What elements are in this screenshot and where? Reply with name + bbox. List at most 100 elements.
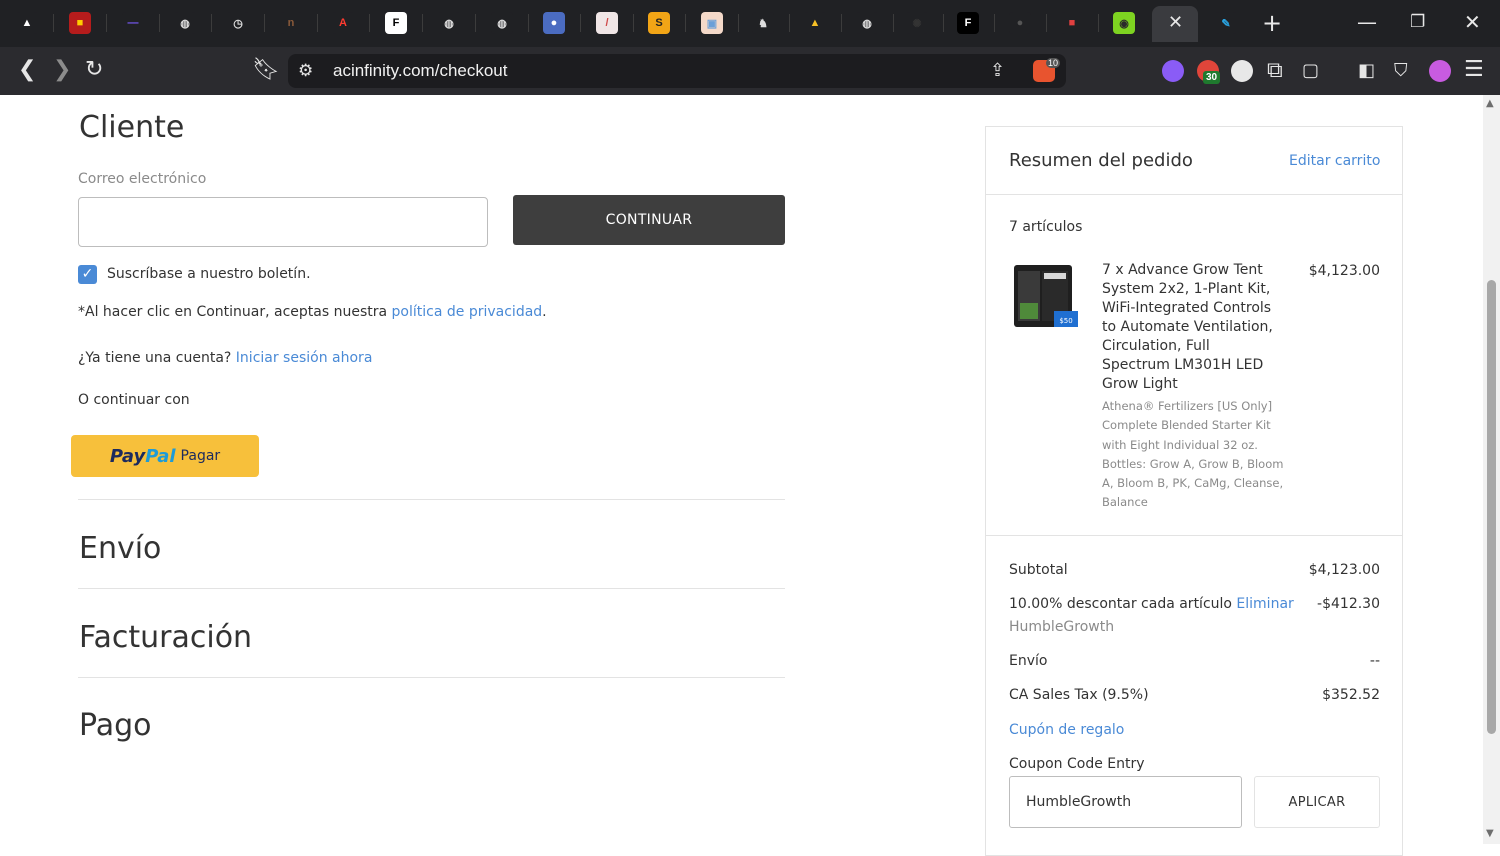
s-icon[interactable]: S [648,12,670,34]
acrobat-icon[interactable]: A [332,12,354,34]
billing-heading[interactable]: Facturación [79,620,252,655]
tab-separator [369,14,370,32]
continue-button[interactable]: CONTINUAR [513,195,785,245]
circle-blue-icon[interactable]: ● [543,12,565,34]
flame-icon[interactable]: ▲ [16,12,38,34]
shipping-heading[interactable]: Envío [79,531,161,566]
window-icon[interactable]: ▣ [701,12,723,34]
reload-icon[interactable]: ↻ [85,59,103,81]
edit-cart-link[interactable]: Editar carrito [1289,153,1380,169]
email-label: Correo electrónico [78,171,207,187]
privacy-policy-link[interactable]: política de privacidad [392,304,543,320]
f-icon[interactable]: F [957,12,979,34]
divider [78,499,785,500]
drive-icon[interactable]: ▲ [804,12,826,34]
menu-icon[interactable]: ☰ [1464,59,1484,81]
tab-separator [789,14,790,32]
customer-heading: Cliente [79,110,185,145]
sparkle-icon[interactable]: ✺ [906,12,928,34]
payment-heading[interactable]: Pago [79,708,152,743]
email-field[interactable] [78,197,488,247]
wallet-icon[interactable] [1429,60,1451,82]
product-description: Athena® Fertilizers [US Only] Complete B… [1102,399,1284,510]
vpn-shield-icon[interactable]: ⛉ [1394,60,1408,82]
extension-white-icon[interactable] [1231,60,1253,82]
tax-label: CA Sales Tax (9.5%) [1009,687,1149,703]
product-image-badge: $50 [1059,317,1072,325]
account-prompt: ¿Ya tiene una cuenta? Iniciar sesión aho… [78,350,372,366]
tab-separator [528,14,529,32]
ifixit-icon[interactable]: ■ [69,12,91,34]
discount-code: HumbleGrowth [1009,619,1115,635]
restore-icon[interactable]: ❐ [1410,12,1425,32]
login-link[interactable]: Iniciar sesión ahora [236,350,373,366]
slash-icon[interactable]: / [596,12,618,34]
tab-separator [633,14,634,32]
reader-icon[interactable]: ▢ [1302,60,1319,82]
bookmark-icon[interactable]: 🔖︎ [252,59,280,81]
clock-icon[interactable]: ◷ [227,12,249,34]
paypal-button[interactable]: PayPal Pagar [71,435,259,477]
divider [78,588,785,589]
browser-tab-bar: ▲ ■ — ◍ ◷ n A F ◍ ◍ ● / S ▣ ♞ ▲ ◍ ✺ F ● ■ ◉ ✎ ✕ + — ❐ ✕ [0,0,1500,47]
new-tab-button[interactable]: + [1262,9,1282,37]
privacy-notice: *Al hacer clic en Continuar, aceptas nue… [78,304,547,320]
red-box-icon[interactable]: ■ [1061,12,1083,34]
window-close-icon[interactable]: ✕ [1464,10,1481,34]
paypal-logo-pal: Pal [145,445,176,467]
extension-badge: 30 [1203,71,1221,84]
fgc-icon[interactable]: F [385,12,407,34]
n-icon[interactable]: n [280,12,302,34]
tab-separator [1098,14,1099,32]
globe-icon[interactable]: ◍ [438,12,460,34]
site-settings-icon[interactable]: ⚙ [298,60,313,82]
lime-icon[interactable]: ◉ [1113,12,1135,34]
apply-coupon-button[interactable]: APLICAR [1254,776,1380,828]
coupon-label: Coupon Code Entry [1009,756,1145,772]
minimize-icon[interactable]: — [1357,10,1377,34]
newsletter-checkbox[interactable]: ✓ [78,265,97,284]
tab-separator [53,14,54,32]
tax-value: $352.52 [1322,687,1380,703]
remove-discount-link[interactable]: Eliminar [1236,596,1293,612]
scroll-up-icon[interactable]: ▲ [1486,98,1494,109]
shipping-label: Envío [1009,653,1048,669]
globe-icon[interactable]: ◍ [856,12,878,34]
tab-separator [893,14,894,32]
share-icon[interactable]: ⇪ [990,60,1005,82]
newsletter-label: Suscríbase a nuestro boletín. [107,266,311,282]
globe-icon[interactable]: ◍ [491,12,513,34]
dark-circle-icon[interactable]: ● [1009,12,1031,34]
coupon-input[interactable]: HumbleGrowth [1009,776,1242,828]
subtotal-label: Subtotal [1009,562,1068,578]
paypal-logo-pay: Pay [109,445,146,467]
privacy-prefix: *Al hacer clic en Continuar, aceptas nue… [78,304,392,320]
forward-icon[interactable]: ❯ [53,59,71,81]
product-name[interactable]: 7 x Advance Grow Tent System 2x2, 1-Plan… [1102,261,1282,394]
tab-separator [685,14,686,32]
scrollbar-thumb[interactable] [1487,280,1496,734]
pen-icon[interactable]: ✎ [1215,12,1237,34]
discount-value: -$412.30 [1317,596,1380,612]
close-tab-icon[interactable]: ✕ [1168,12,1183,33]
dashes-icon[interactable]: — [122,12,144,34]
paypal-logo: PayPal [110,446,176,467]
gift-coupon-link[interactable]: Cupón de regalo [1009,722,1124,738]
product-image: $50 [1014,265,1078,327]
or-continue-text: O continuar con [78,392,190,408]
wolf-icon[interactable]: ♞ [752,12,774,34]
items-count: 7 artículos [1009,219,1083,235]
scroll-down-icon[interactable]: ▼ [1486,828,1494,839]
tab-separator [211,14,212,32]
privacy-suffix: . [542,304,547,320]
url-text[interactable]: acinfinity.com/checkout [333,61,507,81]
discount-label: 10.00% descontar cada artículo [1009,596,1237,612]
globe-icon[interactable]: ◍ [174,12,196,34]
extensions-puzzle-icon[interactable]: ⧉ [1267,60,1283,82]
subtotal-value: $4,123.00 [1308,562,1380,578]
tab-separator [422,14,423,32]
sidebar-toggle-icon[interactable]: ◧ [1358,60,1375,82]
back-icon[interactable]: ❮ [18,59,36,81]
product-price: $4,123.00 [1308,263,1380,279]
extension-purple-icon[interactable] [1162,60,1184,82]
